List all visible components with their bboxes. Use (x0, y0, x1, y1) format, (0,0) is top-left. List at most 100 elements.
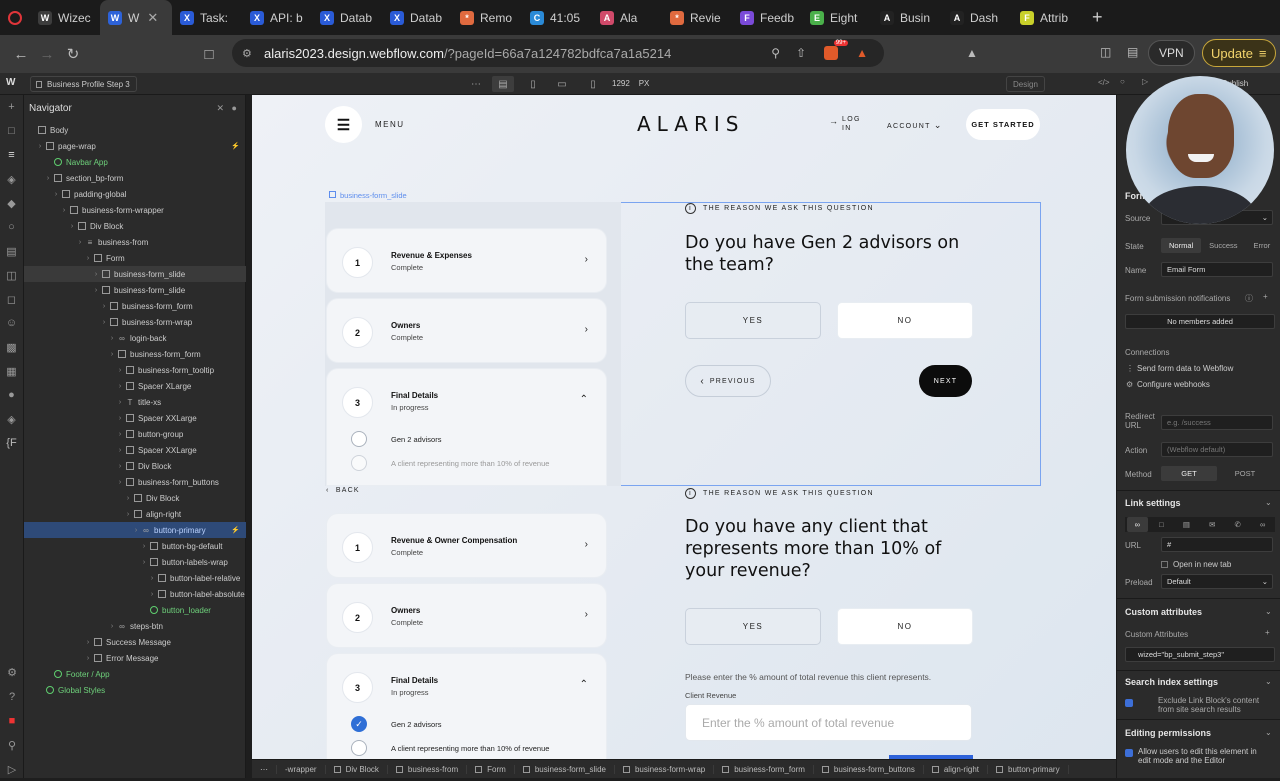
info-icon[interactable]: ⓘ (1245, 293, 1253, 304)
browser-tab[interactable]: X Datab (382, 0, 452, 35)
expand-caret-icon[interactable]: › (140, 559, 148, 566)
close-tab-icon[interactable]: ✕ (147, 10, 158, 26)
navigator-item[interactable]: › Success Message (24, 634, 246, 650)
navigator-item[interactable]: › business-form_form (24, 298, 246, 314)
expand-caret-icon[interactable]: › (44, 175, 52, 182)
step-card-expanded[interactable]: 3 Final Details In progress ⌃ ✓ Gen 2 adviso… (326, 653, 607, 759)
previous-button[interactable]: ‹ PREVIOUS (685, 365, 771, 397)
navigator-item[interactable]: › Div Block (24, 490, 246, 506)
expand-caret-icon[interactable]: › (92, 271, 100, 278)
integrations-icon[interactable]: ● (0, 383, 23, 407)
expand-caret-icon[interactable]: › (132, 527, 140, 534)
navigator-item[interactable]: › ∞ button-primary ⚡ (24, 522, 246, 538)
expand-caret-icon[interactable]: › (124, 495, 132, 502)
expand-caret-icon[interactable]: › (116, 463, 124, 470)
address-bar[interactable]: ⚙ alaris2023.design.webflow.com/?pageId=… (232, 39, 884, 67)
menu-button[interactable]: ☰ (325, 106, 362, 143)
step-card[interactable]: 1 Revenue & Owner Compensation Complete › (326, 513, 607, 578)
code-icon[interactable]: </> (1098, 78, 1110, 87)
expand-caret-icon[interactable]: › (108, 335, 116, 342)
state-success[interactable]: Success (1201, 238, 1245, 253)
navigator-item[interactable]: › Spacer XLarge (24, 378, 246, 394)
breadcrumb-item[interactable]: business-form_form (714, 764, 814, 774)
navigator-item[interactable]: › Ttitle-xs (24, 394, 246, 410)
breadcrumb-more[interactable]: ⋯ (252, 764, 277, 774)
cms-icon[interactable]: ◫ (0, 263, 23, 287)
navigator-item[interactable]: Navbar App (24, 154, 246, 170)
chevron-down-icon[interactable]: ⌄ (1265, 728, 1272, 737)
link-phone-icon[interactable]: ✆ (1227, 517, 1249, 532)
bookmark-icon[interactable]: □ (196, 46, 222, 63)
apps-icon[interactable]: ◻ (0, 287, 23, 311)
add-icon[interactable]: + (1263, 292, 1268, 301)
no-button[interactable]: NO (837, 608, 973, 645)
state-error[interactable]: Error (1246, 238, 1279, 253)
browser-tab[interactable]: E Eight (802, 0, 872, 35)
site-settings-icon[interactable]: ⚙ (242, 47, 252, 60)
brave-shield-icon[interactable] (824, 46, 838, 60)
search-index-checkbox[interactable] (1125, 699, 1133, 707)
radio-client-10pct[interactable] (351, 740, 367, 756)
editing-permission-checkbox[interactable] (1125, 749, 1133, 757)
expand-caret-icon[interactable]: › (116, 447, 124, 454)
add-icon[interactable]: + (0, 95, 23, 119)
navigator-item[interactable]: › Div Block (24, 458, 246, 474)
navigator-item[interactable]: › button-group (24, 426, 246, 442)
reason-tooltip[interactable]: i THE REASON WE ASK THIS QUESTION (685, 488, 874, 499)
yes-button[interactable]: YES (685, 608, 821, 645)
pages-icon[interactable]: □ (0, 119, 23, 143)
expand-caret-icon[interactable]: › (84, 639, 92, 646)
navigator-item[interactable]: › Form (24, 250, 246, 266)
expand-caret-icon[interactable]: › (116, 383, 124, 390)
sidebar-icon[interactable]: ◫ (1100, 45, 1111, 59)
expand-caret-icon[interactable]: › (108, 351, 116, 358)
navigator-icon[interactable]: ≡ (0, 143, 23, 167)
breakpoint-tablet-icon[interactable]: ▯ (522, 76, 544, 92)
browser-tab[interactable]: * Revie (662, 0, 732, 35)
assets-icon[interactable]: ▤ (0, 239, 23, 263)
expand-caret-icon[interactable]: › (116, 367, 124, 374)
navigator-item[interactable]: › section_bp-form (24, 170, 246, 186)
update-button[interactable]: Update ≡ (1202, 39, 1276, 67)
navigator-item[interactable]: › business-form_form (24, 346, 246, 362)
breadcrumb-item[interactable]: business-form_slide (515, 764, 615, 774)
breadcrumb-item[interactable]: align-right (924, 764, 988, 774)
browser-tab[interactable]: X API: b (242, 0, 312, 35)
breakpoint-landscape-icon[interactable]: ▭ (551, 76, 573, 92)
navigator-item[interactable]: › business-form-wrap (24, 314, 246, 330)
breadcrumb-item[interactable]: business-form_buttons (814, 764, 924, 774)
step-card[interactable]: 2 Owners Complete › (326, 583, 607, 648)
extensions-icon[interactable]: ▲ (966, 46, 978, 60)
back-link[interactable]: ‹ BACK (326, 487, 360, 494)
navigator-item[interactable]: Body (24, 122, 246, 138)
expand-caret-icon[interactable]: › (92, 287, 100, 294)
browser-tab[interactable]: X Datab (312, 0, 382, 35)
search-icon[interactable]: ⚲ (0, 733, 24, 757)
expand-caret-icon[interactable]: › (84, 655, 92, 662)
navigator-item[interactable]: › button-label-absolute (24, 586, 246, 602)
browser-tab[interactable]: F Feedb (732, 0, 802, 35)
link-page-icon[interactable]: □ (1151, 517, 1172, 532)
expand-caret-icon[interactable]: › (124, 511, 132, 518)
breadcrumb-item[interactable]: Form (467, 764, 515, 774)
navigator-item[interactable]: › Error Message (24, 650, 246, 666)
browser-tab[interactable]: A Busin (872, 0, 942, 35)
comments-icon[interactable]: ○ (1120, 77, 1125, 86)
method-post[interactable]: POST (1217, 466, 1273, 481)
step-card[interactable]: 2 Owners Complete › (326, 298, 607, 363)
vpn-button[interactable]: VPN (1148, 40, 1195, 66)
expand-caret-icon[interactable]: › (76, 239, 84, 246)
components-icon[interactable]: ◈ (0, 167, 23, 191)
wallet-icon[interactable]: ▤ (1127, 45, 1138, 59)
navigator-item[interactable]: › align-right (24, 506, 246, 522)
expand-caret-icon[interactable]: › (100, 319, 108, 326)
breakpoint-mobile-icon[interactable]: ▯ (582, 76, 604, 92)
navigator-item[interactable]: › button-bg-default (24, 538, 246, 554)
account-dropdown[interactable]: ACCOUNT ⌄ (887, 120, 943, 131)
preview-icon[interactable]: ▷ (1142, 77, 1148, 86)
browser-tab[interactable]: W Wizec (30, 0, 100, 35)
preload-select[interactable]: Default ⌄ (1161, 574, 1273, 589)
navigator-item[interactable]: › ∞ login-back (24, 330, 246, 346)
navigator-item[interactable]: › Div Block (24, 218, 246, 234)
users-icon[interactable]: ☺ (0, 311, 23, 335)
